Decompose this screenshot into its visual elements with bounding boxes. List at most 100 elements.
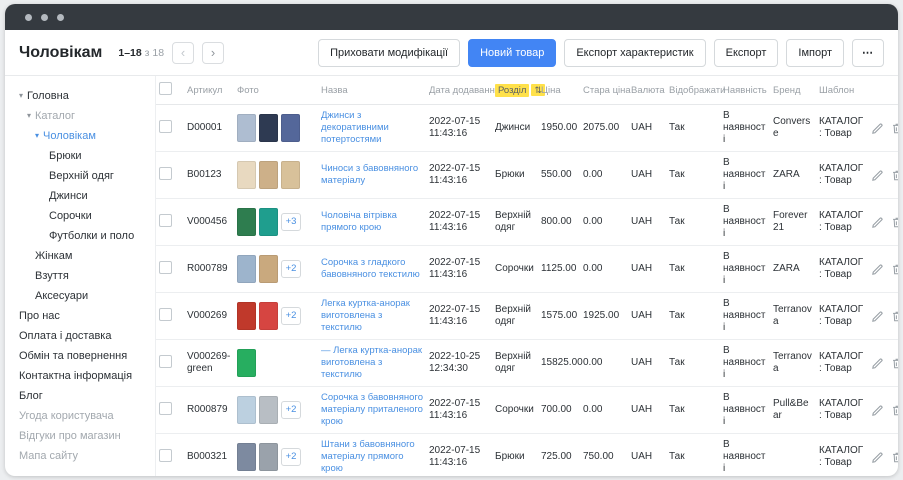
table-row: R000789+2Сорочка з гладкого бавовняного … bbox=[156, 246, 898, 293]
product-name-link[interactable]: Чиноси з бавовняного матеріалу bbox=[321, 163, 418, 186]
chevron-down-icon[interactable]: ▾ bbox=[27, 106, 31, 126]
edit-icon[interactable] bbox=[871, 216, 884, 229]
delete-icon[interactable] bbox=[891, 357, 898, 370]
section-header-label[interactable]: Розділ bbox=[495, 84, 529, 97]
delete-icon[interactable] bbox=[891, 122, 898, 135]
col-header-currency[interactable]: Валюта bbox=[628, 76, 666, 105]
row-actions bbox=[871, 216, 898, 229]
product-name-link[interactable]: Джинси з декоративними потертостями bbox=[321, 110, 389, 145]
sidebar-item[interactable]: Мапа сайту bbox=[19, 446, 151, 466]
sidebar-item[interactable]: ▾Чоловікам bbox=[19, 126, 151, 146]
sidebar-item-label: Взуття bbox=[35, 266, 69, 286]
sidebar-item[interactable]: Відгуки про магазин bbox=[19, 426, 151, 446]
row-checkbox[interactable] bbox=[159, 449, 172, 462]
row-actions-cell bbox=[868, 246, 898, 293]
pagination-next-button[interactable]: › bbox=[202, 42, 224, 64]
sidebar-item[interactable]: Брюки bbox=[19, 146, 151, 166]
date-added-cell: 2022-07-1511:43:16 bbox=[426, 246, 492, 293]
edit-icon[interactable] bbox=[871, 263, 884, 276]
sidebar-item[interactable]: ▾Каталог bbox=[19, 106, 151, 126]
delete-icon[interactable] bbox=[891, 404, 898, 417]
row-checkbox[interactable] bbox=[159, 120, 172, 133]
col-header-display[interactable]: Відображати bbox=[666, 76, 720, 105]
export-button[interactable]: Експорт bbox=[714, 39, 779, 67]
product-template: КАТАЛОГ: Товар bbox=[816, 246, 868, 293]
delete-icon[interactable] bbox=[891, 169, 898, 182]
product-sku: V000269 bbox=[184, 293, 234, 340]
new-product-button[interactable]: Новий товар bbox=[468, 39, 556, 67]
delete-icon[interactable] bbox=[891, 451, 898, 464]
sidebar-item[interactable]: Жінкам bbox=[19, 246, 151, 266]
col-header-date[interactable]: Дата додавання bbox=[426, 76, 492, 105]
edit-icon[interactable] bbox=[871, 310, 884, 323]
col-header-old-price[interactable]: Стара ціна bbox=[580, 76, 628, 105]
pagination-range: 1–18 bbox=[118, 47, 141, 59]
row-checkbox[interactable] bbox=[159, 308, 172, 321]
col-header-price[interactable]: Ціна bbox=[538, 76, 580, 105]
edit-icon[interactable] bbox=[871, 404, 884, 417]
date-added-cell: 2022-07-1511:43:16 bbox=[426, 387, 492, 434]
product-thumbnail bbox=[237, 114, 256, 142]
sidebar-item[interactable]: Угода користувача bbox=[19, 406, 151, 426]
col-header-section[interactable]: Розділ⇅ bbox=[492, 76, 538, 105]
col-header-sku[interactable]: Артикул bbox=[184, 76, 234, 105]
delete-icon[interactable] bbox=[891, 263, 898, 276]
product-name-link[interactable]: Чоловіча вітрівка прямого крою bbox=[321, 210, 397, 233]
product-thumbnail bbox=[237, 396, 256, 424]
sidebar-item[interactable]: Про нас bbox=[19, 306, 151, 326]
chevron-down-icon[interactable]: ▾ bbox=[19, 86, 23, 106]
col-header-actions bbox=[868, 76, 898, 105]
chevron-down-icon[interactable]: ▾ bbox=[35, 126, 39, 146]
pagination-prev-button[interactable]: ‹ bbox=[172, 42, 194, 64]
edit-icon[interactable] bbox=[871, 451, 884, 464]
edit-icon[interactable] bbox=[871, 122, 884, 135]
edit-icon[interactable] bbox=[871, 169, 884, 182]
row-checkbox[interactable] bbox=[159, 355, 172, 368]
sidebar-item[interactable]: Сорочки bbox=[19, 206, 151, 226]
photo-strip bbox=[237, 114, 315, 142]
row-checkbox[interactable] bbox=[159, 167, 172, 180]
sidebar-item[interactable]: Контактна інформація bbox=[19, 366, 151, 386]
sidebar-item[interactable]: Обмін та повернення bbox=[19, 346, 151, 366]
sidebar-item[interactable]: Джинси bbox=[19, 186, 151, 206]
delete-icon[interactable] bbox=[891, 216, 898, 229]
product-sku: V000456 bbox=[184, 199, 234, 246]
col-header-brand[interactable]: Бренд bbox=[770, 76, 816, 105]
product-display-flag: Так bbox=[666, 434, 720, 477]
sidebar-item[interactable]: Оплата і доставка bbox=[19, 326, 151, 346]
delete-icon[interactable] bbox=[891, 310, 898, 323]
sidebar-item-label: Чоловікам bbox=[43, 126, 96, 146]
sidebar-item[interactable]: Блог bbox=[19, 386, 151, 406]
product-availability: В наявності bbox=[720, 293, 770, 340]
row-checkbox[interactable] bbox=[159, 261, 172, 274]
product-name-link[interactable]: Сорочка з бавовняного матеріалу притален… bbox=[321, 392, 423, 427]
table-row: V000269+2Легка куртка-анорак виготовлена… bbox=[156, 293, 898, 340]
sidebar-item-label: Брюки bbox=[49, 146, 82, 166]
product-name-link[interactable]: Легка куртка-анорак виготовлена з тексти… bbox=[321, 298, 410, 333]
col-header-availability[interactable]: Наявність bbox=[720, 76, 770, 105]
product-old-price: 750.00 bbox=[580, 434, 628, 477]
col-header-name[interactable]: Назва bbox=[318, 76, 426, 105]
edit-icon[interactable] bbox=[871, 357, 884, 370]
product-name-link[interactable]: Штани з бавовняного матеріалу прямого кр… bbox=[321, 439, 415, 474]
product-currency: UAH bbox=[628, 434, 666, 477]
sidebar-item[interactable]: Аксесуари bbox=[19, 286, 151, 306]
more-actions-button[interactable]: ⋯ bbox=[852, 39, 884, 67]
more-photos-badge: +2 bbox=[281, 448, 301, 466]
hide-modifications-button[interactable]: Приховати модифікації bbox=[318, 39, 460, 67]
product-name-link[interactable]: — Легка куртка-анорак виготовлена з текс… bbox=[321, 345, 422, 380]
product-sku: B000321 bbox=[184, 434, 234, 477]
export-characteristics-button[interactable]: Експорт характеристик bbox=[564, 39, 705, 67]
sidebar-item[interactable]: Взуття bbox=[19, 266, 151, 286]
sidebar-item[interactable]: Верхній одяг bbox=[19, 166, 151, 186]
row-checkbox[interactable] bbox=[159, 402, 172, 415]
product-name-link[interactable]: Сорочка з гладкого бавовняного текстилю bbox=[321, 257, 420, 280]
select-all-checkbox[interactable] bbox=[159, 82, 172, 95]
row-checkbox[interactable] bbox=[159, 214, 172, 227]
col-header-template[interactable]: Шаблон bbox=[816, 76, 868, 105]
import-button[interactable]: Імпорт bbox=[786, 39, 844, 67]
sidebar-item[interactable]: ▾Головна bbox=[19, 86, 151, 106]
product-name-cell: Легка куртка-анорак виготовлена з тексти… bbox=[318, 293, 426, 340]
sidebar-item[interactable]: Футболки и поло bbox=[19, 226, 151, 246]
product-brand: Forever 21 bbox=[770, 199, 816, 246]
